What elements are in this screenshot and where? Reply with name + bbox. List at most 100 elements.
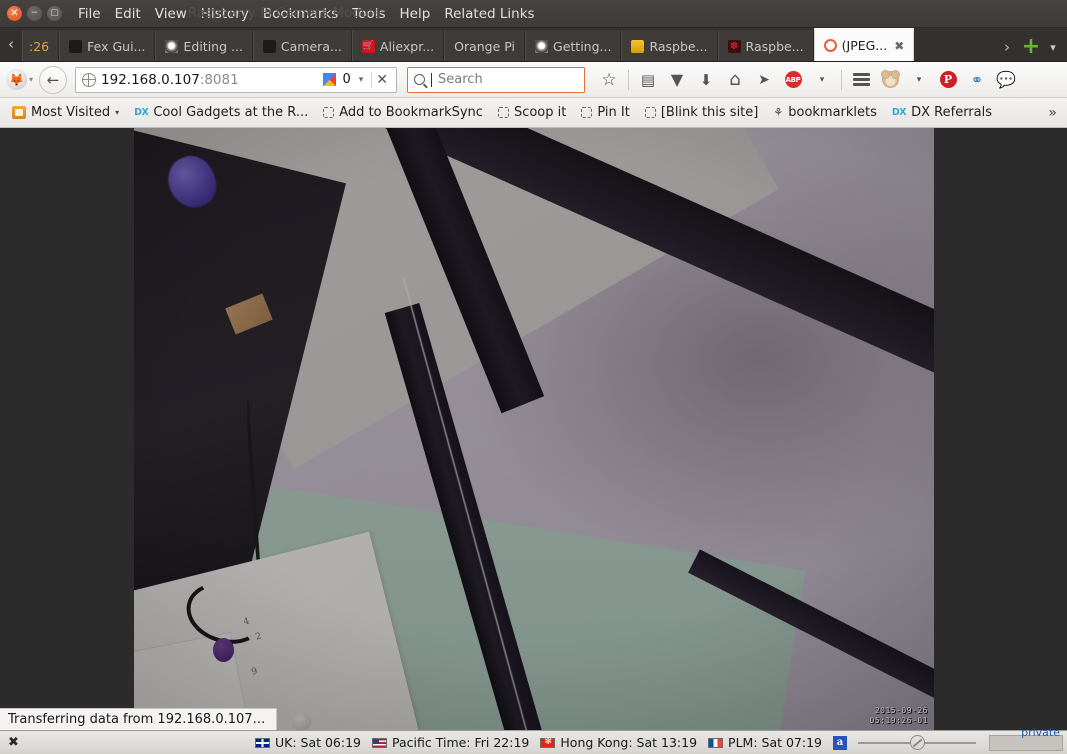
raspberry-icon: ✽ — [727, 40, 741, 53]
menu-item-history[interactable]: History — [201, 6, 249, 22]
gem-icon — [535, 40, 549, 53]
bookmark-most-visited[interactable]: Most Visited ▾ — [6, 103, 125, 122]
downloads-icon[interactable]: ⬇ — [692, 66, 720, 94]
tab-5[interactable]: Orange Pi — [444, 30, 526, 61]
menu-item-related-links[interactable]: Related Links — [444, 6, 534, 22]
bookmark-cool-gadgets[interactable]: DX Cool Gadgets at the R... — [128, 103, 314, 122]
address-bar[interactable]: 192.168.0.107:8081 0 ▾ ✕ — [75, 66, 398, 93]
bookmark-label: [Blink this site] — [660, 105, 759, 120]
pinterest-icon[interactable]: P — [934, 66, 962, 94]
menu-item-help[interactable]: Help — [400, 6, 431, 22]
tab-label: Aliexpr... — [379, 39, 435, 54]
camera-timestamp-time: 05:19:26-01 — [869, 716, 928, 725]
window-maximize-button[interactable]: ▢ — [47, 6, 62, 21]
bookmark-blink-this-site[interactable]: [Blink this site] — [639, 103, 765, 122]
menu-item-bookmarks[interactable]: Bookmarks — [263, 6, 338, 22]
reading-list-icon[interactable]: ▤ — [634, 66, 662, 94]
menu-item-tools[interactable]: Tools — [352, 6, 385, 22]
tab-4[interactable]: 🛒 Aliexpr... — [351, 30, 445, 61]
bookmark-add-to-bookmarksync[interactable]: Add to BookmarkSync — [317, 103, 489, 122]
search-bar[interactable]: Search — [407, 66, 586, 93]
firefox-menu-button[interactable]: 🦊 ▾ — [6, 69, 33, 90]
tab-0[interactable]: :26 — [22, 30, 60, 61]
toolbar-icons: ☆ ▤ ▼ ⬇ ⌂ ➤ ABP ▾ ▾ P ⚭ 💬 — [595, 66, 1020, 94]
dark-square-icon — [69, 40, 83, 53]
window-close-button[interactable]: ✕ — [7, 6, 22, 21]
tab-8[interactable]: ✽ Raspbe... — [717, 30, 814, 61]
world-clocks: UK: Sat 06:19 Pacific Time: Fri 22:19 Ho… — [254, 726, 1063, 751]
bookmark-dx-referrals[interactable]: DX DX Referrals — [886, 103, 998, 122]
tab-label: Fex Gui... — [87, 39, 146, 54]
slider-knob[interactable] — [909, 735, 925, 750]
list-all-tabs-icon[interactable]: ▾ — [1045, 41, 1061, 54]
adblock-badge: ABP — [784, 71, 802, 88]
monkey-icon[interactable] — [876, 66, 904, 94]
back-button[interactable]: ← — [39, 65, 68, 94]
stop-loading-icon[interactable]: ✕ — [371, 71, 392, 88]
link-icon[interactable]: ⚭ — [963, 66, 991, 94]
tab-label: Camera... — [280, 39, 342, 54]
monkey-caret-icon[interactable]: ▾ — [905, 66, 933, 94]
tab-6[interactable]: Getting... — [525, 30, 622, 61]
tab-close-icon[interactable]: ✖ — [894, 39, 904, 53]
new-tab-button[interactable]: + — [1019, 36, 1043, 58]
clock-plm[interactable]: PLM: Sat 07:19 — [708, 735, 822, 750]
tab-3[interactable]: Camera... — [252, 30, 352, 61]
tab-label: (JPEG... — [841, 38, 888, 53]
chat-icon[interactable]: 💬 — [992, 66, 1020, 94]
bookmark-label: bookmarklets — [788, 105, 877, 120]
taskbar-close-icon[interactable]: ✖ — [4, 735, 23, 750]
anydesk-icon[interactable]: a — [833, 735, 847, 750]
chevron-down-icon[interactable]: ▾ — [29, 75, 33, 84]
clock-pacific[interactable]: Pacific Time: Fri 22:19 — [372, 735, 529, 750]
status-popup: Transferring data from 192.168.0.107… — [0, 708, 277, 730]
volume-slider[interactable] — [858, 735, 976, 750]
bookmark-pin-it[interactable]: Pin It — [575, 103, 635, 122]
tab-2[interactable]: Editing ... — [155, 30, 253, 61]
clock-hong-kong[interactable]: Hong Kong: Sat 13:19 — [540, 735, 697, 750]
private-label: private — [1021, 725, 1060, 739]
url-port: :8081 — [199, 71, 239, 88]
tab-label: :26 — [29, 39, 50, 54]
tab-9-active[interactable]: (JPEG... ✖ — [813, 28, 915, 61]
search-input[interactable]: Search — [438, 72, 483, 87]
tab-7[interactable]: Raspbe... — [621, 30, 718, 61]
clock-uk[interactable]: UK: Sat 06:19 — [254, 735, 361, 750]
bookmarks-overflow-icon[interactable]: » — [1048, 105, 1061, 121]
chevron-down-icon[interactable]: ▾ — [356, 75, 367, 85]
flag-uk-icon — [254, 737, 270, 748]
window-minimize-button[interactable]: − — [27, 6, 42, 21]
dx-icon: DX — [134, 107, 149, 118]
bookmark-label: Cool Gadgets at the R... — [153, 105, 309, 120]
tab-label: Raspbe... — [649, 39, 708, 54]
private-indicator[interactable]: private — [989, 726, 1063, 751]
adblock-icon[interactable]: ABP — [779, 66, 807, 94]
taskbar: ✖ UK: Sat 06:19 Pacific Time: Fri 22:19 … — [0, 726, 1067, 754]
gem-icon — [165, 40, 179, 53]
adblock-caret-icon[interactable]: ▾ — [808, 66, 836, 94]
camera-stream-image[interactable]: 4 2 9 7 H 0 3 2015-09-26 05:19:26-01 — [134, 128, 934, 730]
url-host: 192.168.0.107 — [101, 71, 200, 88]
bookmark-bookmarklets[interactable]: ⚘ bookmarklets — [767, 103, 883, 122]
bookmark-scoop-it[interactable]: Scoop it — [492, 103, 572, 122]
menu-item-file[interactable]: File — [78, 6, 101, 22]
bookmark-star-icon[interactable]: ☆ — [595, 66, 623, 94]
tab-scroll-left-icon[interactable]: ‹ — [0, 27, 22, 61]
tab-1[interactable]: Fex Gui... — [59, 30, 156, 61]
globe-icon — [82, 72, 97, 87]
tab-scroll-right-icon[interactable]: › — [997, 38, 1017, 56]
menu-item-view[interactable]: View — [155, 6, 187, 22]
menu-hamburger-icon[interactable] — [847, 66, 875, 94]
chevron-down-icon[interactable]: ▾ — [115, 108, 119, 117]
tab-label: Orange Pi — [454, 39, 516, 54]
cart-icon: 🛒 — [361, 40, 375, 53]
flag-hk-icon — [540, 736, 556, 748]
pocket-icon[interactable]: ▼ — [663, 66, 691, 94]
send-icon[interactable]: ➤ — [750, 66, 778, 94]
photo-vignette-overlay — [134, 128, 934, 730]
bookmarklet-icon: ⚘ — [773, 106, 784, 119]
home-icon[interactable]: ⌂ — [721, 66, 749, 94]
menu-item-edit[interactable]: Edit — [115, 6, 141, 22]
dark-square-icon — [262, 40, 276, 53]
clock-label: PLM: Sat 07:19 — [728, 735, 822, 750]
